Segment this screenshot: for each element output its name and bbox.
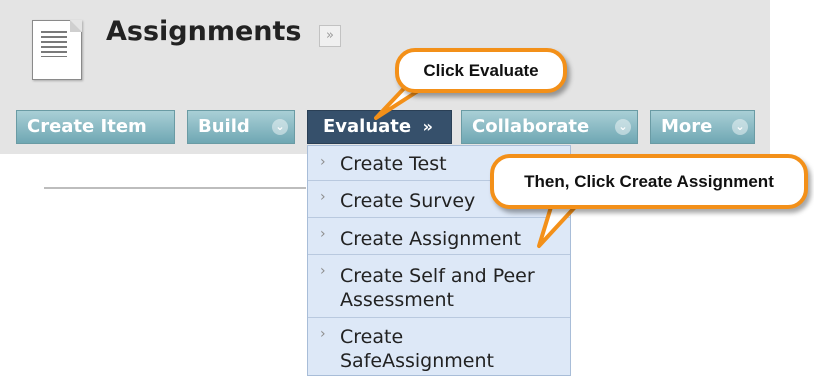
create-item-button[interactable]: Create Item	[16, 110, 175, 144]
page-title: Assignments	[106, 16, 302, 47]
chevron-down-icon: ⌄	[272, 119, 288, 135]
build-button[interactable]: Build ⌄	[187, 110, 295, 144]
menu-item-label-line-1: Create	[340, 326, 404, 348]
chevron-right-icon: ›	[320, 226, 326, 242]
document-fold	[70, 20, 82, 32]
create-item-label: Create Item	[27, 116, 147, 137]
collaborate-button[interactable]: Collaborate ⌄	[461, 110, 638, 144]
chevron-down-icon: ⌄	[732, 119, 748, 135]
double-chevron-down-icon[interactable]: »	[319, 25, 341, 47]
collaborate-label: Collaborate	[472, 116, 590, 137]
callout-evaluate: Click Evaluate	[395, 48, 567, 93]
callout-create-assignment: Then, Click Create Assignment	[490, 154, 808, 209]
document-icon	[32, 20, 82, 80]
more-button[interactable]: More ⌄	[650, 110, 755, 144]
callout-create-assignment-text: Then, Click Create Assignment	[524, 172, 774, 191]
more-label: More	[661, 116, 713, 137]
chevron-right-icon: ›	[320, 154, 326, 170]
menu-item-label-line-2: SafeAssignment	[340, 350, 494, 372]
menu-item-create-safeassignment[interactable]: › Create SafeAssignment	[308, 318, 570, 376]
chevron-right-icon: ›	[320, 326, 326, 342]
menu-item-create-self-peer-assessment[interactable]: › Create Self and Peer Assessment	[308, 255, 570, 318]
build-label: Build	[198, 116, 250, 137]
menu-item-label-line-2: Assessment	[340, 289, 454, 311]
callout-evaluate-text: Click Evaluate	[423, 61, 539, 80]
chevron-down-icon: ⌄	[615, 119, 631, 135]
menu-item-label-line-1: Create Self and Peer	[340, 265, 535, 287]
content-divider	[44, 187, 306, 189]
menu-item-create-assignment[interactable]: › Create Assignment	[308, 218, 570, 255]
chevron-right-icon: ›	[320, 189, 326, 205]
chevron-right-icon: ›	[320, 263, 326, 279]
document-lines	[41, 31, 67, 57]
